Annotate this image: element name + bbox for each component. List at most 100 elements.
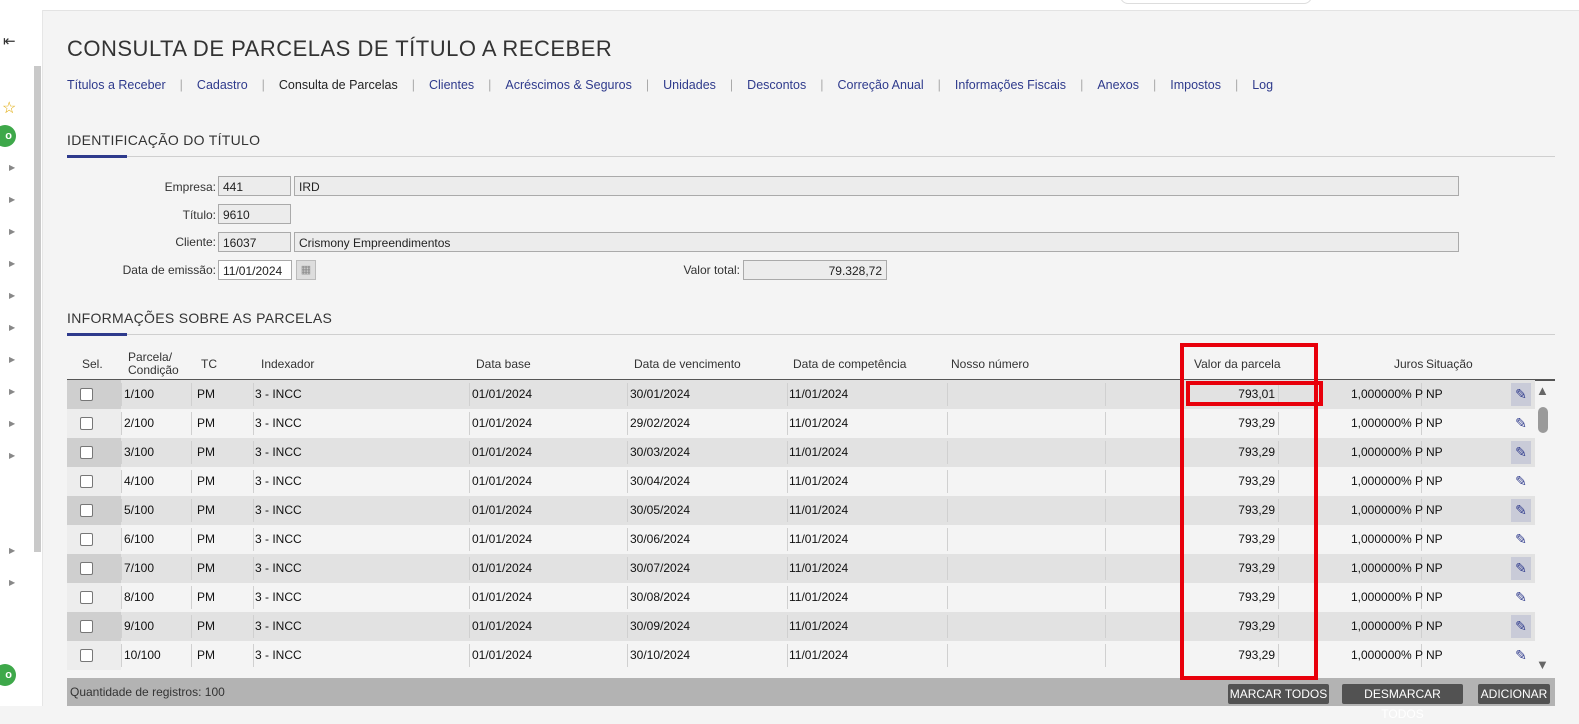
left-rail: ⇤ ☆ o ▶ ▶ ▶ ▶ ▶ ▶ ▶ ▶ ▶ ▶ ▶ ▶ o: [0, 10, 43, 706]
col-header-data-competencia[interactable]: Data de competência: [793, 357, 906, 371]
cell-situacao: NP: [1426, 387, 1443, 401]
edit-pencil-icon[interactable]: ✎: [1511, 615, 1531, 638]
edit-pencil-icon[interactable]: ✎: [1511, 557, 1531, 580]
cell-divider: [121, 470, 122, 493]
cell-divider: [121, 528, 122, 551]
select-cell: [67, 467, 121, 496]
col-header-sel[interactable]: Sel.: [82, 357, 103, 371]
edit-pencil-icon[interactable]: ✎: [1511, 644, 1531, 667]
chevron-right-icon[interactable]: ▶: [9, 451, 15, 460]
valor-total-field[interactable]: 79.328,72: [743, 260, 887, 280]
col-header-juros[interactable]: Juros: [1394, 357, 1423, 371]
scroll-down-icon[interactable]: ▼: [1536, 657, 1549, 672]
edit-pencil-icon[interactable]: ✎: [1511, 528, 1531, 551]
chevron-right-icon[interactable]: ▶: [9, 163, 15, 172]
tab-separator: |: [179, 78, 183, 92]
emissao-date-field[interactable]: 11/01/2024: [218, 260, 292, 280]
cell-situacao: NP: [1426, 503, 1443, 517]
cell-divider: [627, 615, 628, 638]
row-checkbox[interactable]: [80, 446, 93, 459]
row-checkbox[interactable]: [80, 562, 93, 575]
section-parcelas: INFORMAÇÕES SOBRE AS PARCELAS: [67, 310, 1555, 336]
col-header-data-base[interactable]: Data base: [476, 357, 531, 371]
row-checkbox[interactable]: [80, 620, 93, 633]
cell-divider: [787, 615, 788, 638]
edit-pencil-icon[interactable]: ✎: [1511, 470, 1531, 493]
chevron-right-icon[interactable]: ▶: [9, 387, 15, 396]
row-checkbox[interactable]: [80, 591, 93, 604]
tab-anexos[interactable]: Anexos: [1097, 78, 1139, 92]
row-checkbox[interactable]: [80, 504, 93, 517]
empresa-name-field[interactable]: IRD: [294, 176, 1459, 196]
cell-divider: [627, 383, 628, 406]
chevron-right-icon[interactable]: ▶: [9, 578, 15, 587]
chevron-right-icon[interactable]: ▶: [9, 291, 15, 300]
cell-divider: [627, 528, 628, 551]
col-header-situacao[interactable]: Situação: [1426, 357, 1473, 371]
edit-pencil-icon[interactable]: ✎: [1511, 499, 1531, 522]
edit-pencil-icon[interactable]: ✎: [1511, 383, 1531, 406]
cell-data-base: 01/01/2024: [472, 619, 533, 633]
emissao-label: Data de emissão:: [122, 263, 216, 277]
cliente-code-field[interactable]: 16037: [218, 232, 291, 252]
scroll-up-icon[interactable]: ▲: [1536, 383, 1549, 398]
edit-pencil-icon[interactable]: ✎: [1511, 441, 1531, 464]
rail-scrollbar[interactable]: [34, 66, 41, 552]
cell-juros: 1,000000% P: [1351, 503, 1424, 517]
tab-informacoes-fiscais[interactable]: Informações Fiscais: [955, 78, 1066, 92]
cell-divider: [121, 441, 122, 464]
row-checkbox[interactable]: [80, 475, 93, 488]
tab-log[interactable]: Log: [1252, 78, 1273, 92]
col-header-indexador[interactable]: Indexador: [261, 357, 314, 371]
collapse-sidebar-icon[interactable]: ⇤: [3, 32, 16, 50]
green-badge[interactable]: o: [0, 664, 16, 686]
desmarcar-todos-button[interactable]: DESMARCAR TODOS: [1342, 684, 1463, 721]
tab-clientes[interactable]: Clientes: [429, 78, 474, 92]
cell-divider: [191, 412, 192, 435]
cell-indexador: 3 - INCC: [255, 532, 302, 546]
col-header-tc[interactable]: TC: [201, 357, 217, 371]
row-checkbox[interactable]: [80, 649, 93, 662]
cell-data-competencia: 11/01/2024: [789, 590, 849, 604]
calendar-icon[interactable]: ▦: [296, 260, 316, 280]
favorite-star-icon[interactable]: ☆: [2, 98, 16, 118]
cell-divider: [121, 412, 122, 435]
cell-divider: [947, 615, 948, 638]
titulo-field[interactable]: 9610: [218, 204, 291, 224]
cell-tc: PM: [197, 445, 215, 459]
col-header-parcela[interactable]: Parcela/ Condição: [128, 351, 179, 377]
tab-cadastro[interactable]: Cadastro: [197, 78, 248, 92]
tab-consulta-de-parcelas[interactable]: Consulta de Parcelas: [279, 78, 398, 92]
adicionar-button[interactable]: ADICIONAR: [1478, 684, 1550, 704]
tab-correcao-anual[interactable]: Correção Anual: [837, 78, 923, 92]
tab-titulos-a-receber[interactable]: Títulos a Receber: [67, 78, 166, 92]
empresa-code-field[interactable]: 441: [218, 176, 291, 196]
tab-acrescimos-seguros[interactable]: Acréscimos & Seguros: [505, 78, 631, 92]
scroll-thumb[interactable]: [1538, 407, 1548, 433]
row-checkbox[interactable]: [80, 533, 93, 546]
row-checkbox[interactable]: [80, 388, 93, 401]
top-search-pill[interactable]: [1120, 0, 1312, 4]
chevron-right-icon[interactable]: ▶: [9, 259, 15, 268]
cliente-name-field[interactable]: Crismony Empreendimentos: [294, 232, 1459, 252]
table-scrollbar[interactable]: ▲ ▼: [1534, 383, 1554, 676]
col-header-data-vencimento[interactable]: Data de vencimento: [634, 357, 741, 371]
record-count-value: 100: [204, 685, 225, 699]
edit-pencil-icon[interactable]: ✎: [1511, 586, 1531, 609]
chevron-right-icon[interactable]: ▶: [9, 195, 15, 204]
chevron-right-icon[interactable]: ▶: [9, 546, 15, 555]
tab-impostos[interactable]: Impostos: [1170, 78, 1221, 92]
chevron-right-icon[interactable]: ▶: [9, 227, 15, 236]
green-badge[interactable]: o: [0, 125, 16, 147]
edit-pencil-icon[interactable]: ✎: [1511, 412, 1531, 435]
col-header-nosso-numero[interactable]: Nosso número: [951, 357, 1029, 371]
marcar-todos-button[interactable]: MARCAR TODOS: [1228, 684, 1329, 704]
cell-data-vencimento: 29/02/2024: [630, 416, 691, 430]
cell-divider: [947, 644, 948, 667]
chevron-right-icon[interactable]: ▶: [9, 355, 15, 364]
chevron-right-icon[interactable]: ▶: [9, 419, 15, 428]
tab-descontos[interactable]: Descontos: [747, 78, 806, 92]
tab-unidades[interactable]: Unidades: [663, 78, 716, 92]
chevron-right-icon[interactable]: ▶: [9, 323, 15, 332]
row-checkbox[interactable]: [80, 417, 93, 430]
